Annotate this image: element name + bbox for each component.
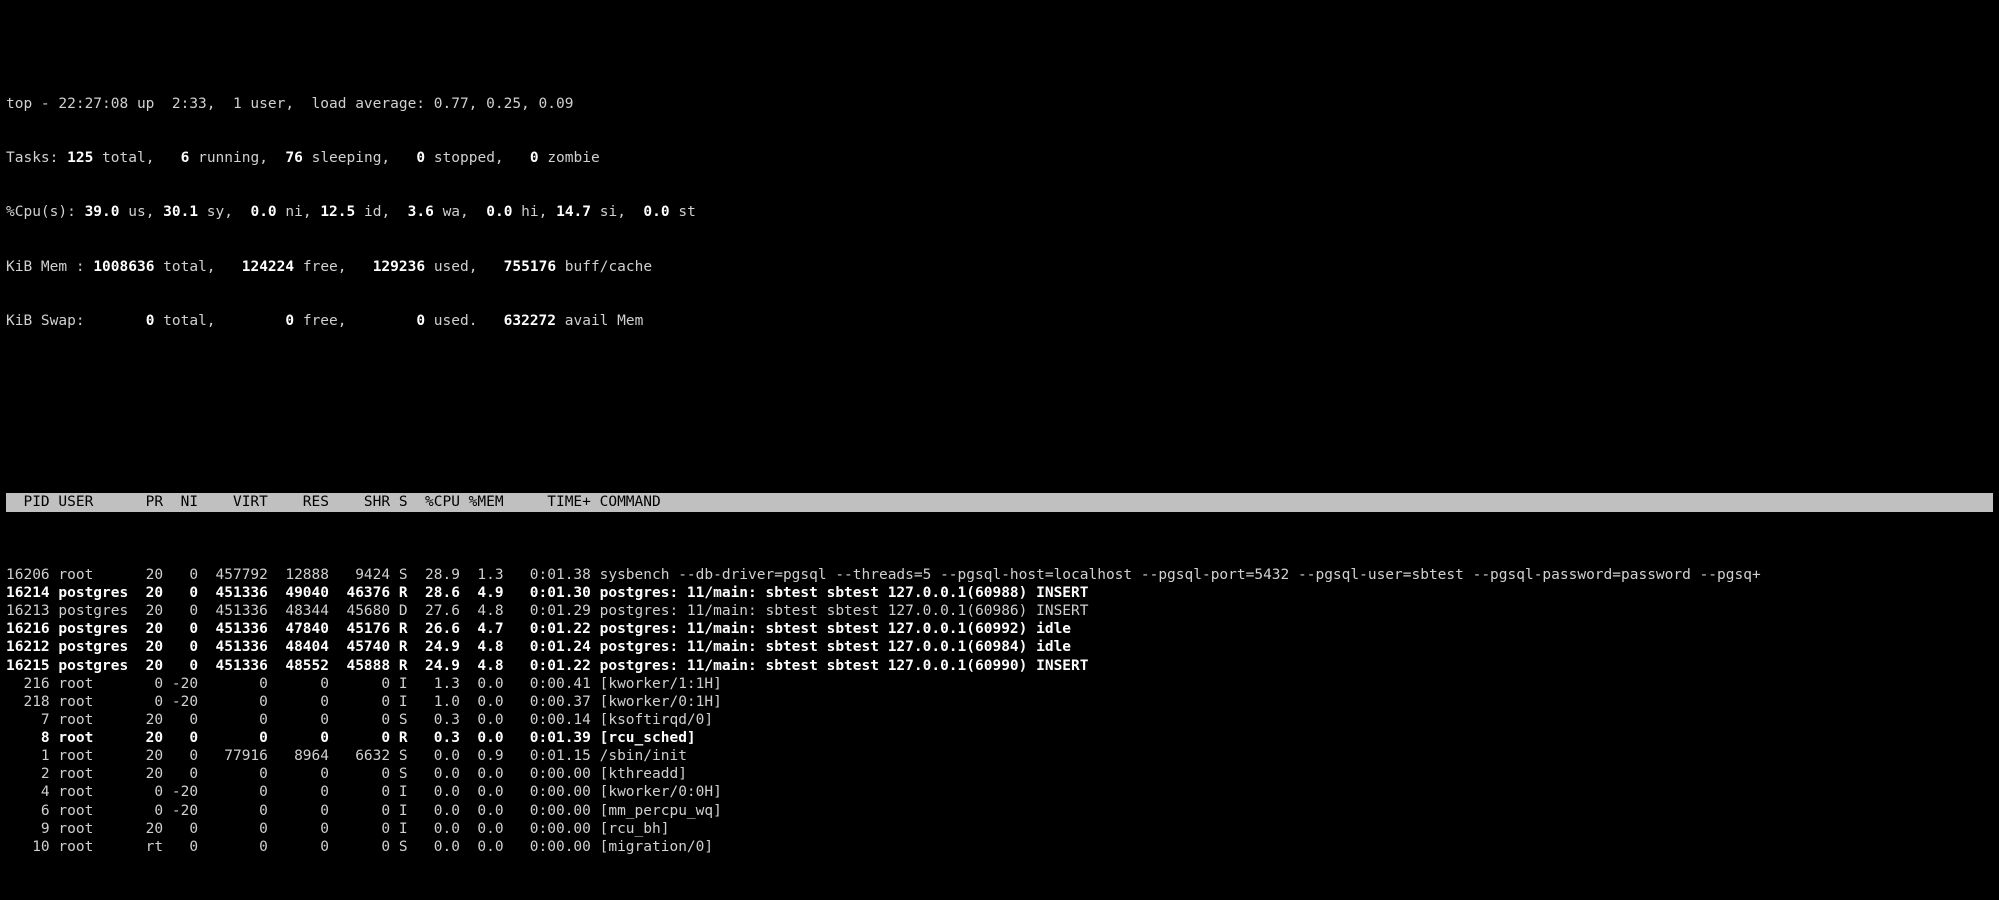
top-terminal[interactable]: top - 22:27:08 up 2:33, 1 user, load ave…: [0, 0, 1999, 900]
top-summary: top - 22:27:08 up 2:33, 1 user, load ave…: [6, 58, 1993, 366]
summary-line-tasks: Tasks: 125 total, 6 running, 76 sleeping…: [6, 149, 1993, 167]
process-row: 8 root 20 0 0 0 0 R 0.3 0.0 0:01.39 [rcu…: [6, 729, 1993, 747]
process-row: 6 root 0 -20 0 0 0 I 0.0 0.0 0:00.00 [mm…: [6, 802, 1993, 820]
process-row: 1 root 20 0 77916 8964 6632 S 0.0 0.9 0:…: [6, 747, 1993, 765]
process-list: 16206 root 20 0 457792 12888 9424 S 28.9…: [6, 566, 1993, 856]
process-row: 10 root rt 0 0 0 0 S 0.0 0.0 0:00.00 [mi…: [6, 838, 1993, 856]
process-row: 216 root 0 -20 0 0 0 I 1.3 0.0 0:00.41 […: [6, 675, 1993, 693]
process-row: 9 root 20 0 0 0 0 I 0.0 0.0 0:00.00 [rcu…: [6, 820, 1993, 838]
summary-line-mem: KiB Mem : 1008636 total, 124224 free, 12…: [6, 258, 1993, 276]
column-header: PID USER PR NI VIRT RES SHR S %CPU %MEM …: [6, 493, 1993, 511]
process-row: 7 root 20 0 0 0 0 S 0.3 0.0 0:00.14 [kso…: [6, 711, 1993, 729]
process-row: 218 root 0 -20 0 0 0 I 1.0 0.0 0:00.37 […: [6, 693, 1993, 711]
summary-line-uptime: top - 22:27:08 up 2:33, 1 user, load ave…: [6, 95, 1993, 113]
process-row: 16214 postgres 20 0 451336 49040 46376 R…: [6, 584, 1993, 602]
process-row: 2 root 20 0 0 0 0 S 0.0 0.0 0:00.00 [kth…: [6, 765, 1993, 783]
summary-line-cpu: %Cpu(s): 39.0 us, 30.1 sy, 0.0 ni, 12.5 …: [6, 203, 1993, 221]
process-row: 16206 root 20 0 457792 12888 9424 S 28.9…: [6, 566, 1993, 584]
process-row: 16213 postgres 20 0 451336 48344 45680 D…: [6, 602, 1993, 620]
process-row: 16215 postgres 20 0 451336 48552 45888 R…: [6, 657, 1993, 675]
column-header-row: PID USER PR NI VIRT RES SHR S %CPU %MEM …: [6, 493, 1993, 511]
blank-line: [6, 421, 1993, 439]
summary-line-swap: KiB Swap: 0 total, 0 free, 0 used. 63227…: [6, 312, 1993, 330]
process-row: 16212 postgres 20 0 451336 48404 45740 R…: [6, 638, 1993, 656]
process-row: 4 root 0 -20 0 0 0 I 0.0 0.0 0:00.00 [kw…: [6, 783, 1993, 801]
process-row: 16216 postgres 20 0 451336 47840 45176 R…: [6, 620, 1993, 638]
